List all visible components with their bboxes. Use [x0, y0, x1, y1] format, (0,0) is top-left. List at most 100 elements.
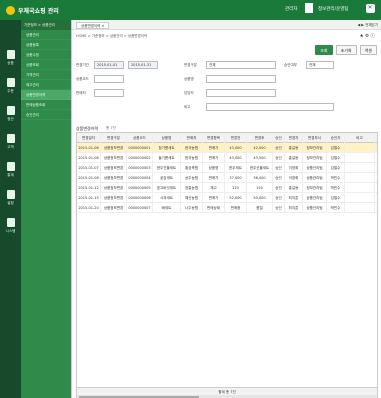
table-row[interactable]: 2015-01-15 상품정보변경 0000000006 사과세트 예산농협 판매가 52,…	[77, 193, 377, 203]
table-cell: 한국농협	[181, 143, 203, 153]
menu-item[interactable]: 재고관리	[21, 80, 71, 90]
search-button[interactable]: 조회	[315, 45, 333, 55]
menu-item[interactable]: 판매상품조회	[21, 100, 71, 110]
rail-item[interactable]: 설정	[2, 188, 19, 212]
menu-icon	[6, 190, 15, 199]
column-header[interactable]: 변경항목	[203, 133, 225, 143]
tab-bar: 상품변경이력 ✕ ◀ ▶ 전체닫기	[72, 20, 381, 30]
manager-input[interactable]	[206, 89, 276, 97]
date-from-input[interactable]: 2015-01-01	[94, 61, 124, 69]
table-cell: 150	[247, 183, 273, 193]
table-row[interactable]: 2015-01-06 상품정보변경 0000000001 참기름세트 한국농협 판매가 43…	[77, 143, 377, 153]
table-cell: 승인	[273, 193, 285, 203]
table-cell: 52,000	[225, 193, 247, 203]
menu-item[interactable]: 상품변경이력	[21, 90, 71, 100]
table-cell: 상품정보변경	[101, 143, 127, 153]
product-code-input[interactable]	[94, 75, 124, 83]
logo-icon	[6, 5, 15, 15]
division-select[interactable]: 전체	[206, 61, 276, 69]
menu-item[interactable]: 상품조회	[21, 60, 71, 70]
table-cell: 승인	[273, 173, 285, 183]
table-cell: 들기름세트	[153, 153, 181, 163]
table-cell: 판매상태	[203, 203, 225, 213]
menu-item[interactable]: 가격관리	[21, 70, 71, 80]
rail-label: 상품	[7, 61, 14, 65]
table-row[interactable]: 2015-01-06 상품정보변경 0000000002 들기름세트 한국농협 판매가 43…	[77, 153, 377, 163]
table-cell: 김철수	[327, 193, 345, 203]
menu-item[interactable]: 상품수정	[21, 50, 71, 60]
column-header[interactable]: 변경구분	[101, 133, 127, 143]
date-to-input[interactable]: 2015-01-31	[128, 61, 158, 69]
division-label: 변경구분	[184, 63, 197, 67]
table-cell: 곶감세트	[153, 173, 181, 183]
rail-label: 통계	[7, 173, 14, 177]
seller-label: 판매처	[76, 91, 86, 95]
rail-item[interactable]: 정산	[2, 104, 19, 128]
menu-item[interactable]: 상품관리	[21, 30, 71, 40]
column-header[interactable]: 변경자	[285, 133, 303, 143]
page-tool-icons[interactable]: ★ ⚙ ⓘ	[360, 33, 375, 39]
user-icon[interactable]	[305, 3, 313, 13]
logout-icon[interactable]	[366, 4, 375, 13]
table-row[interactable]: 2015-01-07 상품정보변경 0000000003 한우선물세트 횡성축협 상품명 한…	[77, 163, 377, 173]
breadcrumb: HOME > 기준정보 > 상품관리 > 상품변경이력	[76, 34, 148, 38]
note-input[interactable]	[206, 103, 334, 111]
column-header[interactable]: 변경후	[247, 133, 273, 143]
menu-item[interactable]: 승인관리	[21, 110, 71, 120]
column-header[interactable]: 변경일자	[77, 133, 101, 143]
column-header[interactable]: 승인자	[327, 133, 345, 143]
column-header[interactable]: 상품코드	[127, 133, 153, 143]
column-header[interactable]: 상품명	[153, 133, 181, 143]
reset-button[interactable]: 초기화	[335, 45, 357, 55]
table-cell: 홍길동	[285, 153, 303, 163]
table-cell: 0000000005	[127, 183, 153, 193]
table-cell: 사과세트	[153, 193, 181, 203]
table-cell: 2015-01-06	[77, 153, 101, 163]
icon-rail: 상품주문정산고객통계설정시스템	[0, 20, 21, 398]
table-cell: 0000000007	[127, 203, 153, 213]
seller-input[interactable]	[94, 89, 124, 97]
search-row-2: 상품코드 상품명	[76, 74, 378, 84]
table-cell: 상품관리팀	[303, 193, 327, 203]
table-cell: 36,000	[247, 173, 273, 183]
product-code-label: 상품코드	[76, 77, 89, 81]
approval-select[interactable]: 전체	[306, 61, 334, 69]
table-row[interactable]: 2015-01-20 상품정보변경 0000000007 배세트 나주농협 판매상태 판매중…	[77, 203, 377, 213]
table-cell: 표고버섯세트	[153, 183, 181, 193]
table-cell: 나주농협	[181, 203, 203, 213]
table-cell: 이영희	[285, 173, 303, 183]
column-header[interactable]: 승인	[273, 133, 285, 143]
table-cell: 횡성축협	[181, 163, 203, 173]
rail-item[interactable]: 고객	[2, 132, 19, 156]
rail-item[interactable]: 시스템	[2, 216, 19, 240]
rail-item[interactable]: 상품	[2, 48, 19, 72]
table-cell	[345, 193, 375, 203]
column-header[interactable]: 판매처	[181, 133, 203, 143]
table-cell: 0000000002	[127, 153, 153, 163]
table-cell: 상품정보변경	[101, 153, 127, 163]
table-cell: 한우선물세트	[153, 163, 181, 173]
menu-item[interactable]: 상품등록	[21, 40, 71, 50]
rail-label: 시스템	[5, 229, 16, 233]
search-row-4: 비고	[76, 102, 378, 112]
table-row[interactable]: 2015-01-12 상품정보변경 0000000005 표고버섯세트 장흥농협 재고 12…	[77, 183, 377, 193]
user-name[interactable]: 관리자	[285, 6, 297, 12]
search-row-3: 판매처 담당자	[76, 88, 378, 98]
menu-icon	[6, 106, 15, 115]
rail-item[interactable]: 주문	[2, 76, 19, 100]
table-cell	[345, 163, 375, 173]
column-header[interactable]: 변경전	[225, 133, 247, 143]
brand[interactable]: 우체국쇼핑 관리	[6, 5, 59, 15]
tab-product-history[interactable]: 상품변경이력 ✕	[76, 22, 110, 29]
product-name-input[interactable]	[206, 75, 276, 83]
excel-button[interactable]: 엑셀	[359, 45, 377, 55]
tab-controls[interactable]: ◀ ▶ 전체닫기	[358, 22, 379, 29]
column-header[interactable]: 변경부서	[303, 133, 327, 143]
column-header[interactable]: 비고	[345, 133, 375, 143]
rail-item[interactable]: 통계	[2, 160, 19, 184]
grid-footer: 합계 총 7건	[77, 387, 377, 395]
table-cell: 2015-01-06	[77, 143, 101, 153]
table-cell: 예산농협	[181, 193, 203, 203]
table-cell: 43,000	[225, 143, 247, 153]
table-row[interactable]: 2015-01-08 상품정보변경 0000000004 곶감세트 상주농협 판매가 37,…	[77, 173, 377, 183]
